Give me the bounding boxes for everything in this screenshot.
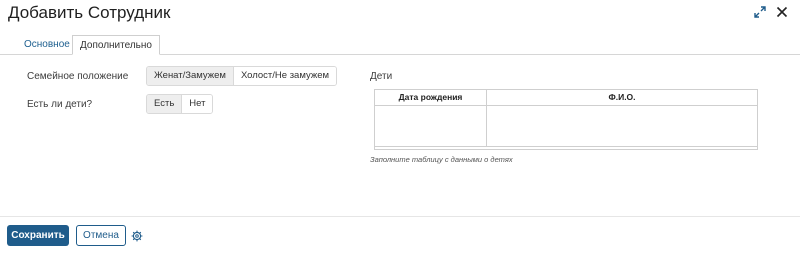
tab-additional[interactable]: Дополнительно (72, 35, 160, 55)
marital-option-single[interactable]: Холост/Не замужем (232, 67, 337, 85)
save-button[interactable]: Сохранить (7, 225, 69, 246)
expand-icon[interactable] (752, 4, 768, 20)
marital-status-toggle: Женат/Замужем Холост/Не замужем (146, 66, 338, 86)
cancel-button[interactable]: Отмена (76, 225, 126, 246)
column-header-full-name[interactable]: Ф.И.О. (487, 90, 757, 105)
children-option-no[interactable]: Нет (181, 95, 213, 113)
tab-bar: Основное Дополнительно (0, 35, 800, 55)
dialog-title: Добавить Сотрудник (8, 3, 171, 22)
close-icon[interactable] (774, 4, 790, 20)
children-option-yes[interactable]: Есть (147, 95, 182, 113)
tab-basic[interactable]: Основное (17, 35, 77, 54)
gear-icon[interactable] (131, 229, 143, 242)
children-table-hint: Заполните таблицу с данными о детях (370, 155, 513, 164)
header-actions (752, 4, 790, 20)
has-children-label: Есть ли дети? (27, 99, 93, 110)
children-table-header: Дата рождения Ф.И.О. (375, 90, 757, 106)
birth-date-cell[interactable] (375, 106, 487, 146)
marital-option-married[interactable]: Женат/Замужем (147, 67, 233, 85)
children-table: Дата рождения Ф.И.О. (374, 89, 758, 150)
full-name-cell[interactable] (487, 106, 757, 146)
column-header-birth-date[interactable]: Дата рождения (375, 90, 487, 105)
marital-status-label: Семейное положение (27, 71, 129, 82)
children-table-empty-row[interactable] (375, 106, 757, 147)
has-children-toggle: Есть Нет (146, 94, 214, 114)
footer-divider (0, 216, 800, 217)
children-section-title: Дети (370, 71, 393, 82)
